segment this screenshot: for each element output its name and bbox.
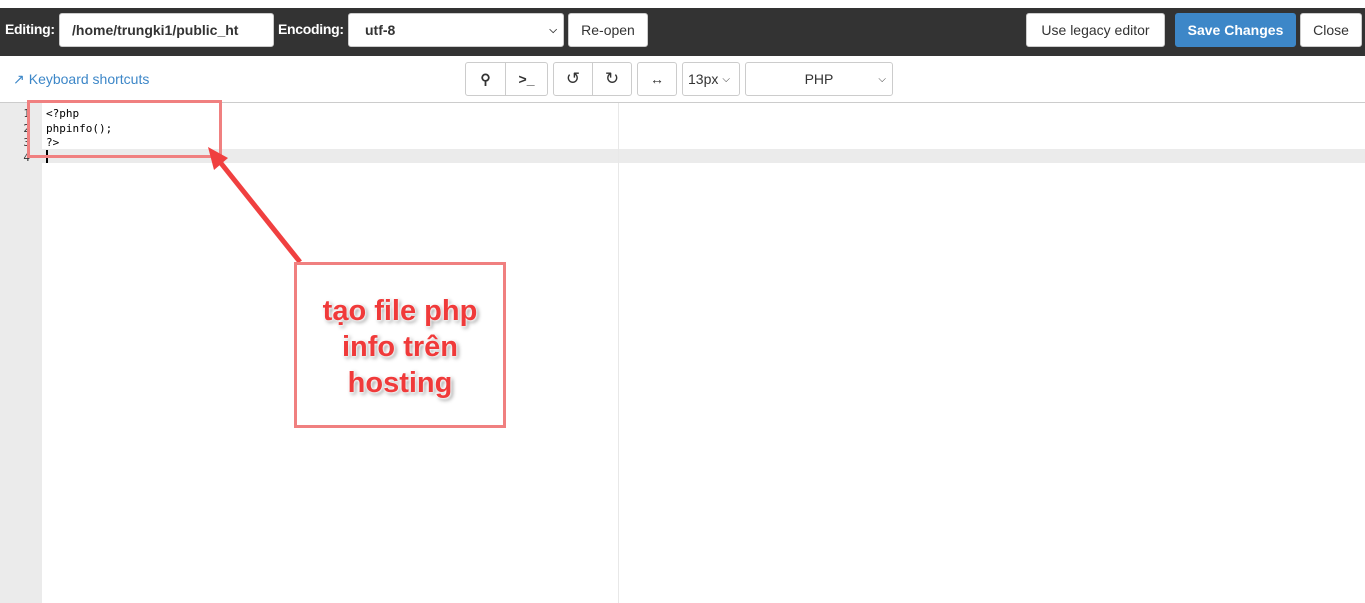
annotation-callout: tạo file php info trên hosting [294, 262, 506, 428]
annotation-arrow [208, 147, 302, 264]
annotation-text: tạo file php info trên hosting [322, 295, 478, 399]
